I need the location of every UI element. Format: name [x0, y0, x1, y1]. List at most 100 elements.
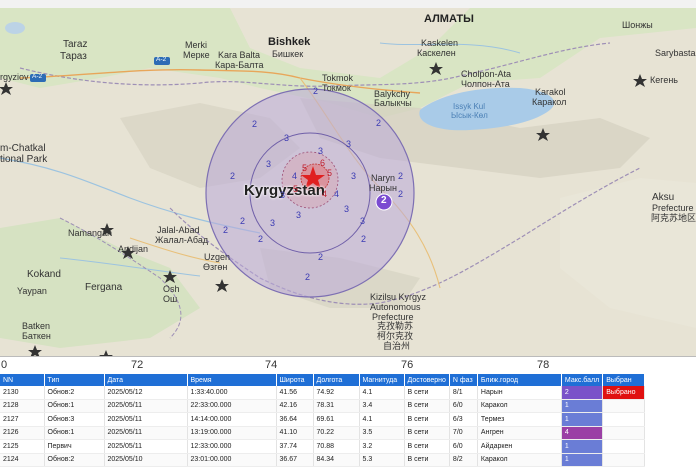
cell-lon: 69.61	[313, 412, 360, 427]
cell-time: 23:01:00.000	[187, 453, 277, 467]
intensity-label: 2	[398, 189, 404, 199]
city-label: Taraz	[63, 39, 88, 50]
city-label: Kaskelen	[421, 38, 459, 48]
cell-mag: 3.2	[359, 439, 405, 454]
city-label: Өзгөн	[203, 262, 228, 272]
city-label: Кегень	[650, 75, 678, 85]
city-label: Мерке	[183, 50, 210, 60]
city-label: Naryn	[371, 173, 396, 183]
table-row[interactable]: 2130 Обнов:2 2025/05/12 1:33:40.000 41.56 74.…	[0, 386, 646, 400]
city-label: Kara Balta	[218, 50, 261, 60]
cell-date: 2025/05/11	[104, 439, 188, 454]
intensity-label: 2	[318, 252, 324, 262]
axis-tick: 78	[537, 359, 550, 371]
cell-nn: 2128	[0, 399, 45, 413]
intensity-label: 4	[322, 189, 328, 199]
intensity-label: 2	[305, 272, 311, 282]
city-label: 阿克苏地区	[651, 213, 696, 223]
highway-label: A-2	[156, 56, 167, 63]
cell-time: 14:14:00.000	[187, 412, 277, 427]
cell-status: В сети	[404, 426, 450, 440]
column-header[interactable]: Широта	[276, 374, 314, 386]
cell-date: 2025/05/11	[104, 399, 188, 413]
cell-lat: 41.56	[276, 386, 314, 400]
top-strip	[0, 0, 696, 8]
cell-status: В сети	[404, 386, 450, 400]
city-label: Каскелен	[417, 48, 456, 58]
intensity-label: 3	[266, 159, 272, 169]
cell-max: 2	[561, 386, 604, 400]
intensity-label: 2	[223, 225, 229, 235]
intensity-label: 3	[351, 171, 357, 181]
column-header[interactable]: Время	[187, 374, 277, 386]
column-header[interactable]: Макс.балл	[561, 374, 604, 386]
column-header[interactable]: NN	[0, 374, 45, 386]
column-header[interactable]: Ближ.город	[477, 374, 562, 386]
city-label: 自治州	[383, 341, 411, 351]
intensity-label: 3	[296, 210, 302, 220]
column-header[interactable]: Долгота	[313, 374, 360, 386]
cell-nn: 2125	[0, 439, 45, 454]
column-header[interactable]: Тип	[44, 374, 105, 386]
lake-label: Issyk Kul	[453, 102, 486, 111]
cell-lon: 70.88	[313, 439, 360, 454]
cell-type: Обнов:3	[44, 412, 105, 427]
city-label: Кара-Балта	[215, 60, 264, 70]
table-row[interactable]: 2128 Обнов:1 2025/05/11 22:33:00.000 42.16 78…	[0, 399, 646, 413]
city-label: Токмок	[322, 83, 351, 93]
intensity-label: 2	[252, 119, 258, 129]
cell-date: 2025/05/12	[104, 386, 188, 400]
earthquake-map[interactable]: A-2 A-2 2 Kyrgyzstan АЛМАТЫ Bishkek Бишк…	[0, 8, 696, 356]
city-label: Batken	[22, 321, 51, 331]
cell-type: Обнов:1	[44, 426, 105, 440]
cell-city: Ангрен	[477, 426, 562, 440]
cell-max: 1	[561, 412, 604, 427]
intensity-label: 2	[398, 171, 404, 181]
city-label: Yaypan	[17, 286, 47, 296]
cell-phases: 6/0	[449, 439, 478, 454]
intensity-label: 2	[313, 86, 319, 96]
cell-status: В сети	[404, 412, 450, 427]
city-label: Osh	[163, 284, 180, 294]
cell-selected	[602, 426, 646, 440]
table-row[interactable]: 2125 Первич 2025/05/11 12:33:00.000 37.74 70.…	[0, 439, 646, 454]
table-row[interactable]: 2126 Обнов:1 2025/05/11 13:19:00.000 41.10 70…	[0, 426, 646, 440]
column-header[interactable]: Дата	[104, 374, 188, 386]
map-canvas	[0, 8, 696, 356]
cell-date: 2025/05/11	[104, 412, 188, 427]
cell-mag: 4.1	[359, 386, 405, 400]
cell-mag: 3.5	[359, 426, 405, 440]
cell-lat: 42.16	[276, 399, 314, 413]
cell-phases: 7/0	[449, 426, 478, 440]
table-row[interactable]: 2127 Обнов:3 2025/05/11 14:14:00.000 36.64 69…	[0, 412, 646, 427]
table-header-row: NN Тип Дата Время Широта Долгота Магниту…	[0, 374, 646, 386]
cell-lat: 37.74	[276, 439, 314, 454]
intensity-label: 3	[346, 139, 352, 149]
city-label: АЛМАТЫ	[424, 13, 474, 25]
city-label: Каракол	[532, 97, 567, 107]
cell-nn: 2130	[0, 386, 45, 400]
cell-city: Айдаркен	[477, 439, 562, 454]
table-row[interactable]: 2124 Обнов:2 2025/05/10 23:01:00.000 36.67 84…	[0, 453, 646, 467]
cell-city: Термез	[477, 412, 562, 427]
axis-tick: 76	[401, 359, 414, 371]
column-header[interactable]: N фаз	[449, 374, 478, 386]
cell-time: 1:33:40.000	[187, 386, 277, 400]
intensity-label: 2	[361, 234, 367, 244]
cell-phases: 6/0	[449, 399, 478, 413]
intensity-label: 3	[280, 190, 286, 200]
column-header[interactable]: Достоверно	[404, 374, 450, 386]
cell-time: 13:19:00.000	[187, 426, 277, 440]
cell-mag: 5.3	[359, 453, 405, 467]
city-label: Uzgen	[204, 252, 231, 262]
city-label: m-Chatkal	[0, 143, 46, 154]
column-header[interactable]: Магнитуда	[359, 374, 405, 386]
intensity-label: 2	[230, 171, 236, 181]
city-label: Kokand	[27, 269, 61, 280]
cell-lat: 36.64	[276, 412, 314, 427]
column-header[interactable]: Выбран	[602, 374, 646, 386]
cell-status: В сети	[404, 399, 450, 413]
city-label: Jalal-Abad	[157, 225, 200, 235]
city-label: Sarybasta	[655, 48, 696, 58]
city-label: Баткен	[22, 331, 51, 341]
